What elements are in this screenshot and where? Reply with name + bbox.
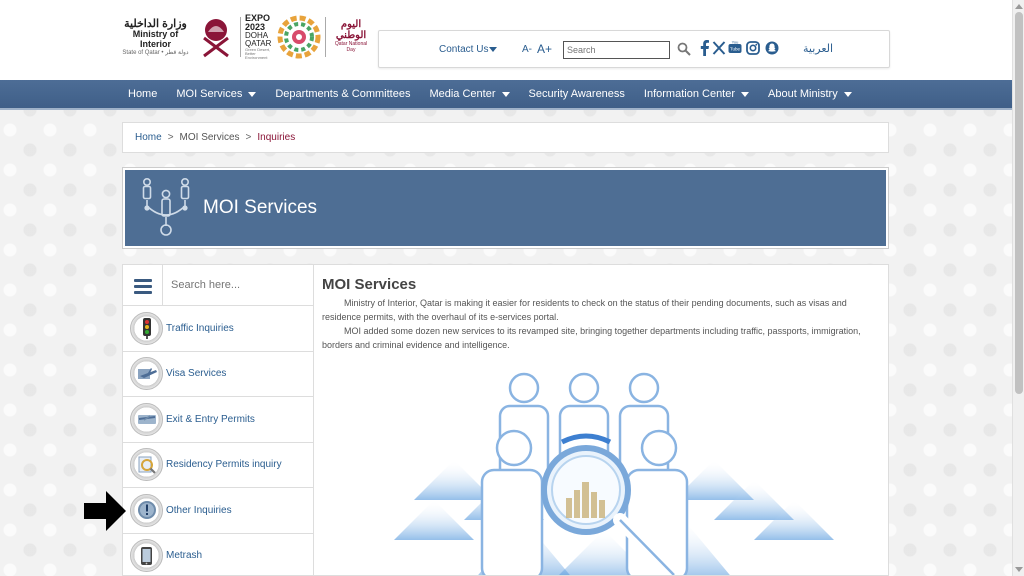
traffic-light-icon (130, 311, 163, 345)
banner-title: MOI Services (203, 197, 318, 218)
passport-icon (130, 402, 163, 436)
breadcrumb: Home > MOI Services > Inquiries (122, 122, 889, 153)
chevron-down-icon (843, 91, 852, 97)
nav-home[interactable]: Home (128, 88, 157, 100)
sidebar-item-exit-entry-permits[interactable]: Exit & Entry Permits (123, 397, 313, 443)
ministry-name-en: Ministry of Interior (132, 28, 179, 49)
logo-divider (240, 17, 241, 57)
x-icon[interactable] (712, 40, 726, 56)
intro-paragraph-1: Ministry of Interior, Qatar is making it… (322, 298, 847, 322)
breadcrumb-home[interactable]: Home (135, 132, 162, 143)
logo-area[interactable]: وزارة الداخلية Ministry of Interior Stat… (118, 10, 370, 64)
services-sidebar: Traffic Inquiries Visa Services Exit & E… (122, 264, 314, 576)
expo-flower-icon (277, 15, 321, 59)
nav-departments-label: Departments & Committees (275, 88, 411, 100)
logo-divider-2 (325, 17, 326, 57)
utility-bar: Contact Us A- A+ Tube You العربية (378, 30, 890, 68)
services-illustration-icon (394, 372, 834, 575)
hamburger-menu-icon[interactable] (123, 265, 163, 306)
nav-media-center-label: Media Center (429, 88, 496, 100)
sidebar-item-visa-services[interactable]: Visa Services (123, 352, 313, 397)
site-search-input[interactable] (563, 41, 670, 59)
scrollbar-thumb[interactable] (1015, 12, 1023, 394)
info-icon (130, 493, 163, 527)
nav-home-label: Home (128, 88, 158, 100)
main-title: MOI Services (322, 276, 417, 293)
nav-about-ministry[interactable]: About Ministry (768, 88, 852, 100)
nav-about-ministry-label: About Ministry (768, 88, 838, 100)
sidebar-item-label: Traffic Inquiries (166, 322, 234, 334)
qatar-emblem-icon (203, 19, 229, 58)
sidebar-search-input[interactable] (163, 265, 313, 305)
chevron-down-icon (501, 91, 510, 97)
people-network-icon (142, 177, 190, 236)
sidebar-item-traffic-inquiries[interactable]: Traffic Inquiries (123, 306, 313, 352)
banner-inner: MOI Services (125, 170, 886, 246)
scroll-up-icon[interactable] (1015, 4, 1023, 9)
page-banner: MOI Services (122, 167, 889, 249)
breadcrumb-separator: > (167, 132, 174, 143)
contact-us-dropdown[interactable]: Contact Us (439, 44, 498, 55)
sidebar-item-metrash[interactable]: Metrash (123, 534, 313, 576)
contact-us-label: Contact Us (439, 44, 489, 55)
nav-departments[interactable]: Departments & Committees (275, 88, 410, 100)
sidebar-item-label: Visa Services (166, 368, 227, 380)
sidebar-search-bar (123, 265, 313, 306)
sidebar-item-label: Other Inquiries (166, 504, 232, 516)
chevron-down-icon (741, 91, 750, 97)
nav-information-center[interactable]: Information Center (643, 88, 750, 100)
sidebar-item-label: Residency Permits inquiry (166, 459, 282, 471)
nav-moi-services[interactable]: MOI Services (176, 88, 257, 100)
page-scrollbar[interactable] (1012, 0, 1024, 576)
search-icon[interactable] (677, 42, 691, 56)
svg-text:You: You (732, 40, 739, 45)
sidebar-item-other-inquiries[interactable]: Other Inquiries (123, 488, 313, 534)
arabic-language-link[interactable]: العربية (803, 42, 833, 55)
svg-text:Tube: Tube (730, 47, 741, 52)
expo-logo-text: EXPO 2023 DOHA QATAR Green Desert, Bette… (245, 14, 275, 60)
sidebar-item-label: Metrash (166, 550, 203, 562)
snapchat-icon[interactable] (765, 40, 779, 56)
expo-tagline: Green Desert, Better Environment (245, 47, 271, 60)
arrow-right-icon (84, 491, 126, 531)
airplane-icon (130, 357, 163, 391)
font-increase-button[interactable]: A+ (537, 42, 552, 56)
nav-security-awareness[interactable]: Security Awareness (529, 88, 625, 100)
breadcrumb-separator: > (245, 132, 252, 143)
facebook-icon[interactable] (697, 40, 711, 56)
chevron-down-icon (489, 46, 498, 52)
document-search-icon (130, 448, 163, 482)
instagram-icon[interactable] (746, 40, 760, 56)
breadcrumb-moi-services[interactable]: MOI Services (180, 132, 240, 143)
main-navigation: Home MOI Services Departments & Committe… (0, 80, 1012, 110)
scroll-down-icon[interactable] (1015, 567, 1023, 572)
nav-media-center[interactable]: Media Center (429, 88, 510, 100)
sidebar-item-residency-permits[interactable]: Residency Permits inquiry (123, 443, 313, 488)
nav-security-awareness-label: Security Awareness (528, 88, 625, 100)
national-day-sub: Qatar National Day (334, 41, 368, 53)
national-day-ar: اليوم الوطني (335, 19, 367, 41)
breadcrumb-current: Inquiries (257, 132, 296, 143)
mobile-icon (130, 539, 163, 573)
intro-paragraph-2: MOI added some dozen new services to its… (322, 326, 861, 350)
main-content: MOI Services Ministry of Interior, Qatar… (314, 264, 889, 576)
youtube-icon[interactable]: Tube You (728, 40, 742, 56)
nav-information-center-label: Information Center (643, 88, 736, 100)
site-header: وزارة الداخلية Ministry of Interior Stat… (0, 0, 1012, 80)
national-day-logo: اليوم الوطني Qatar National Day (334, 15, 368, 59)
font-decrease-button[interactable]: A- (522, 44, 532, 55)
chevron-down-icon (248, 91, 257, 97)
sidebar-item-label: Exit & Entry Permits (166, 413, 255, 425)
moi-logo-text: وزارة الداخلية Ministry of Interior Stat… (118, 18, 193, 56)
nav-moi-services-label: MOI Services (176, 88, 243, 100)
state-name: State of Qatar • دولة قطر (122, 49, 189, 56)
